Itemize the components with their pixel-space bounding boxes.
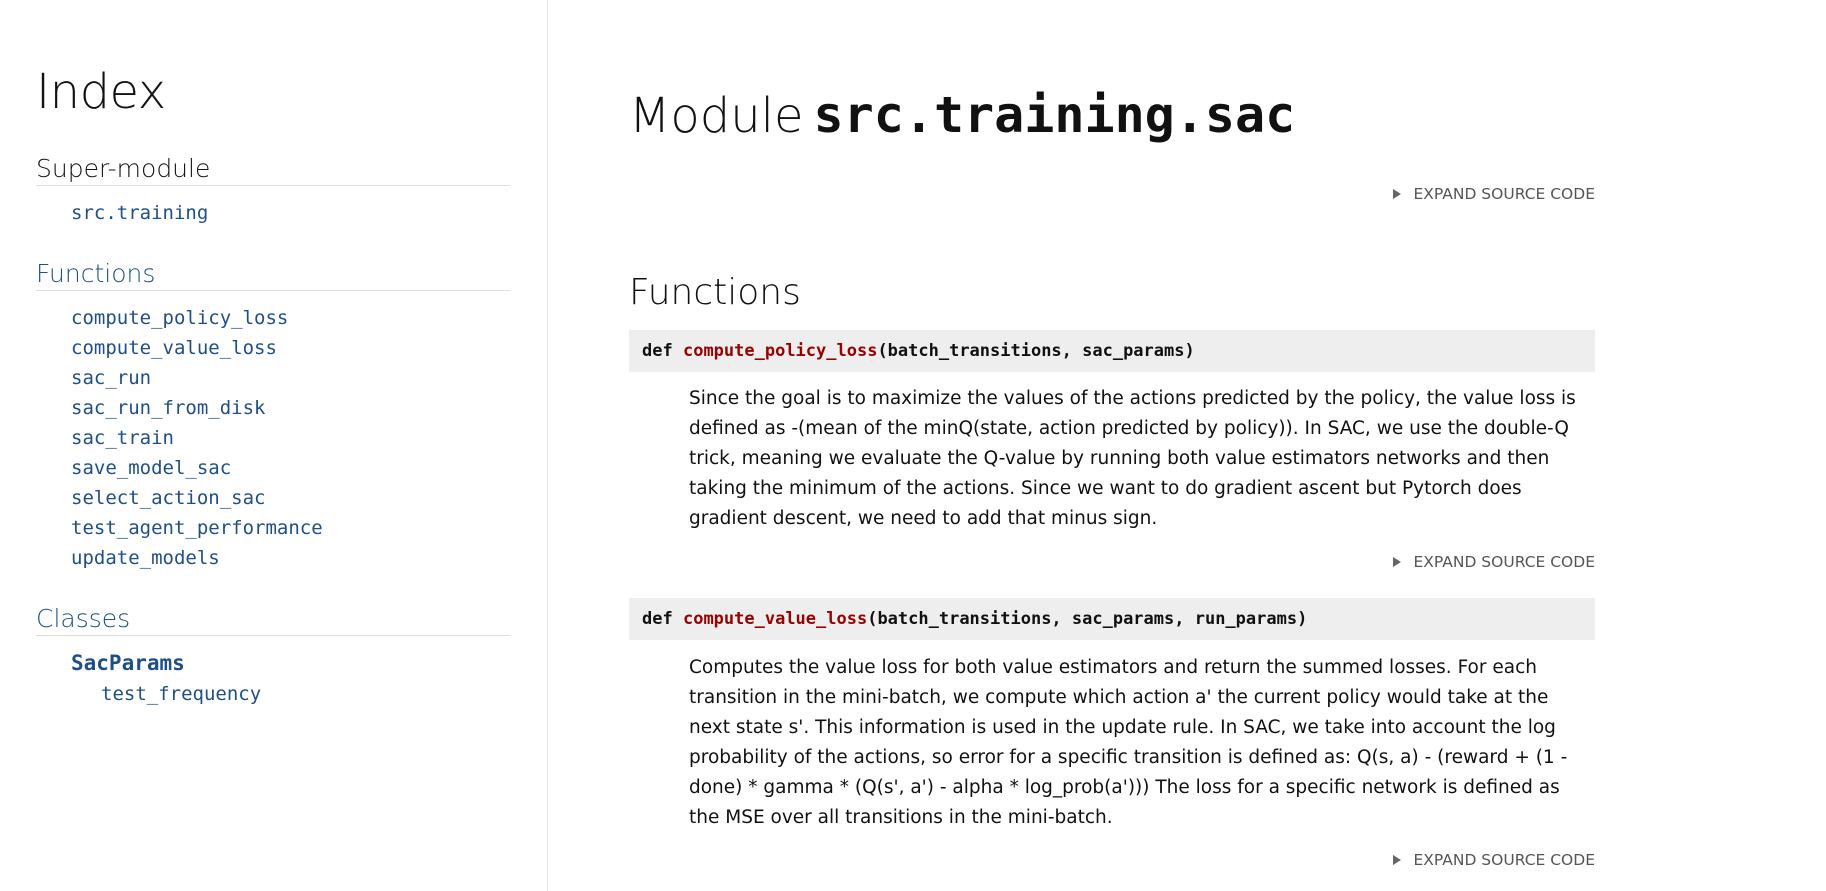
sidebar-function-link[interactable]: update_models — [71, 547, 220, 569]
super-module-link[interactable]: src.training — [71, 202, 208, 224]
def-keyword: def — [642, 341, 673, 361]
function-name: compute_policy_loss — [682, 341, 878, 361]
expand-source-label: EXPAND SOURCE CODE — [1413, 185, 1595, 203]
page-title: Module src.training.sac — [629, 86, 1295, 144]
super-module-heading: Super-module — [36, 154, 510, 186]
function-params: (batch_transitions, sac_params) — [877, 341, 1195, 361]
sidebar-function-link[interactable]: select_action_sac — [71, 487, 265, 509]
sidebar-index: Index Super-module src.training Function… — [0, 0, 548, 891]
function-signature: def compute_policy_loss(batch_transition… — [629, 330, 1595, 372]
function-name: compute_value_loss — [682, 609, 868, 629]
sidebar-function-link[interactable]: save_model_sac — [71, 457, 231, 479]
sidebar-function-link[interactable]: sac_run_from_disk — [71, 397, 265, 419]
sidebar-class-member-link[interactable]: test_frequency — [101, 683, 261, 705]
functions-heading: Functions — [629, 272, 801, 313]
expand-source-button[interactable]: EXPAND SOURCE CODE — [1393, 553, 1595, 571]
page: Index Super-module src.training Function… — [0, 0, 1826, 891]
function-params: (batch_transitions, sac_params, run_para… — [867, 609, 1308, 629]
sidebar-class-link[interactable]: SacParams — [71, 651, 185, 675]
function-docstring: Since the goal is to maximize the values… — [689, 388, 1576, 529]
sidebar-function-link[interactable]: compute_policy_loss — [71, 307, 288, 329]
expand-source-button[interactable]: EXPAND SOURCE CODE — [1393, 851, 1595, 869]
sidebar-function-link[interactable]: test_agent_performance — [71, 517, 323, 539]
page-title-word: Module — [629, 88, 804, 144]
function-docstring: Computes the value loss for both value e… — [689, 657, 1568, 828]
expand-source-label: EXPAND SOURCE CODE — [1413, 553, 1595, 571]
module-name: src.training.sac — [813, 86, 1296, 144]
disclosure-triangle-icon — [1393, 189, 1402, 199]
functions-heading-link[interactable]: Functions — [36, 259, 510, 291]
expand-source-button[interactable]: EXPAND SOURCE CODE — [1393, 185, 1595, 203]
def-keyword: def — [642, 609, 673, 629]
expand-source-label: EXPAND SOURCE CODE — [1413, 851, 1595, 869]
classes-heading-link[interactable]: Classes — [36, 604, 510, 636]
disclosure-triangle-icon — [1393, 855, 1402, 865]
function-signature: def compute_value_loss(batch_transitions… — [629, 598, 1595, 640]
sidebar-function-link[interactable]: sac_train — [71, 427, 174, 449]
sidebar-function-link[interactable]: sac_run — [71, 367, 151, 389]
sidebar-function-link[interactable]: compute_value_loss — [71, 337, 277, 359]
index-title: Index — [36, 64, 166, 120]
disclosure-triangle-icon — [1393, 557, 1402, 567]
